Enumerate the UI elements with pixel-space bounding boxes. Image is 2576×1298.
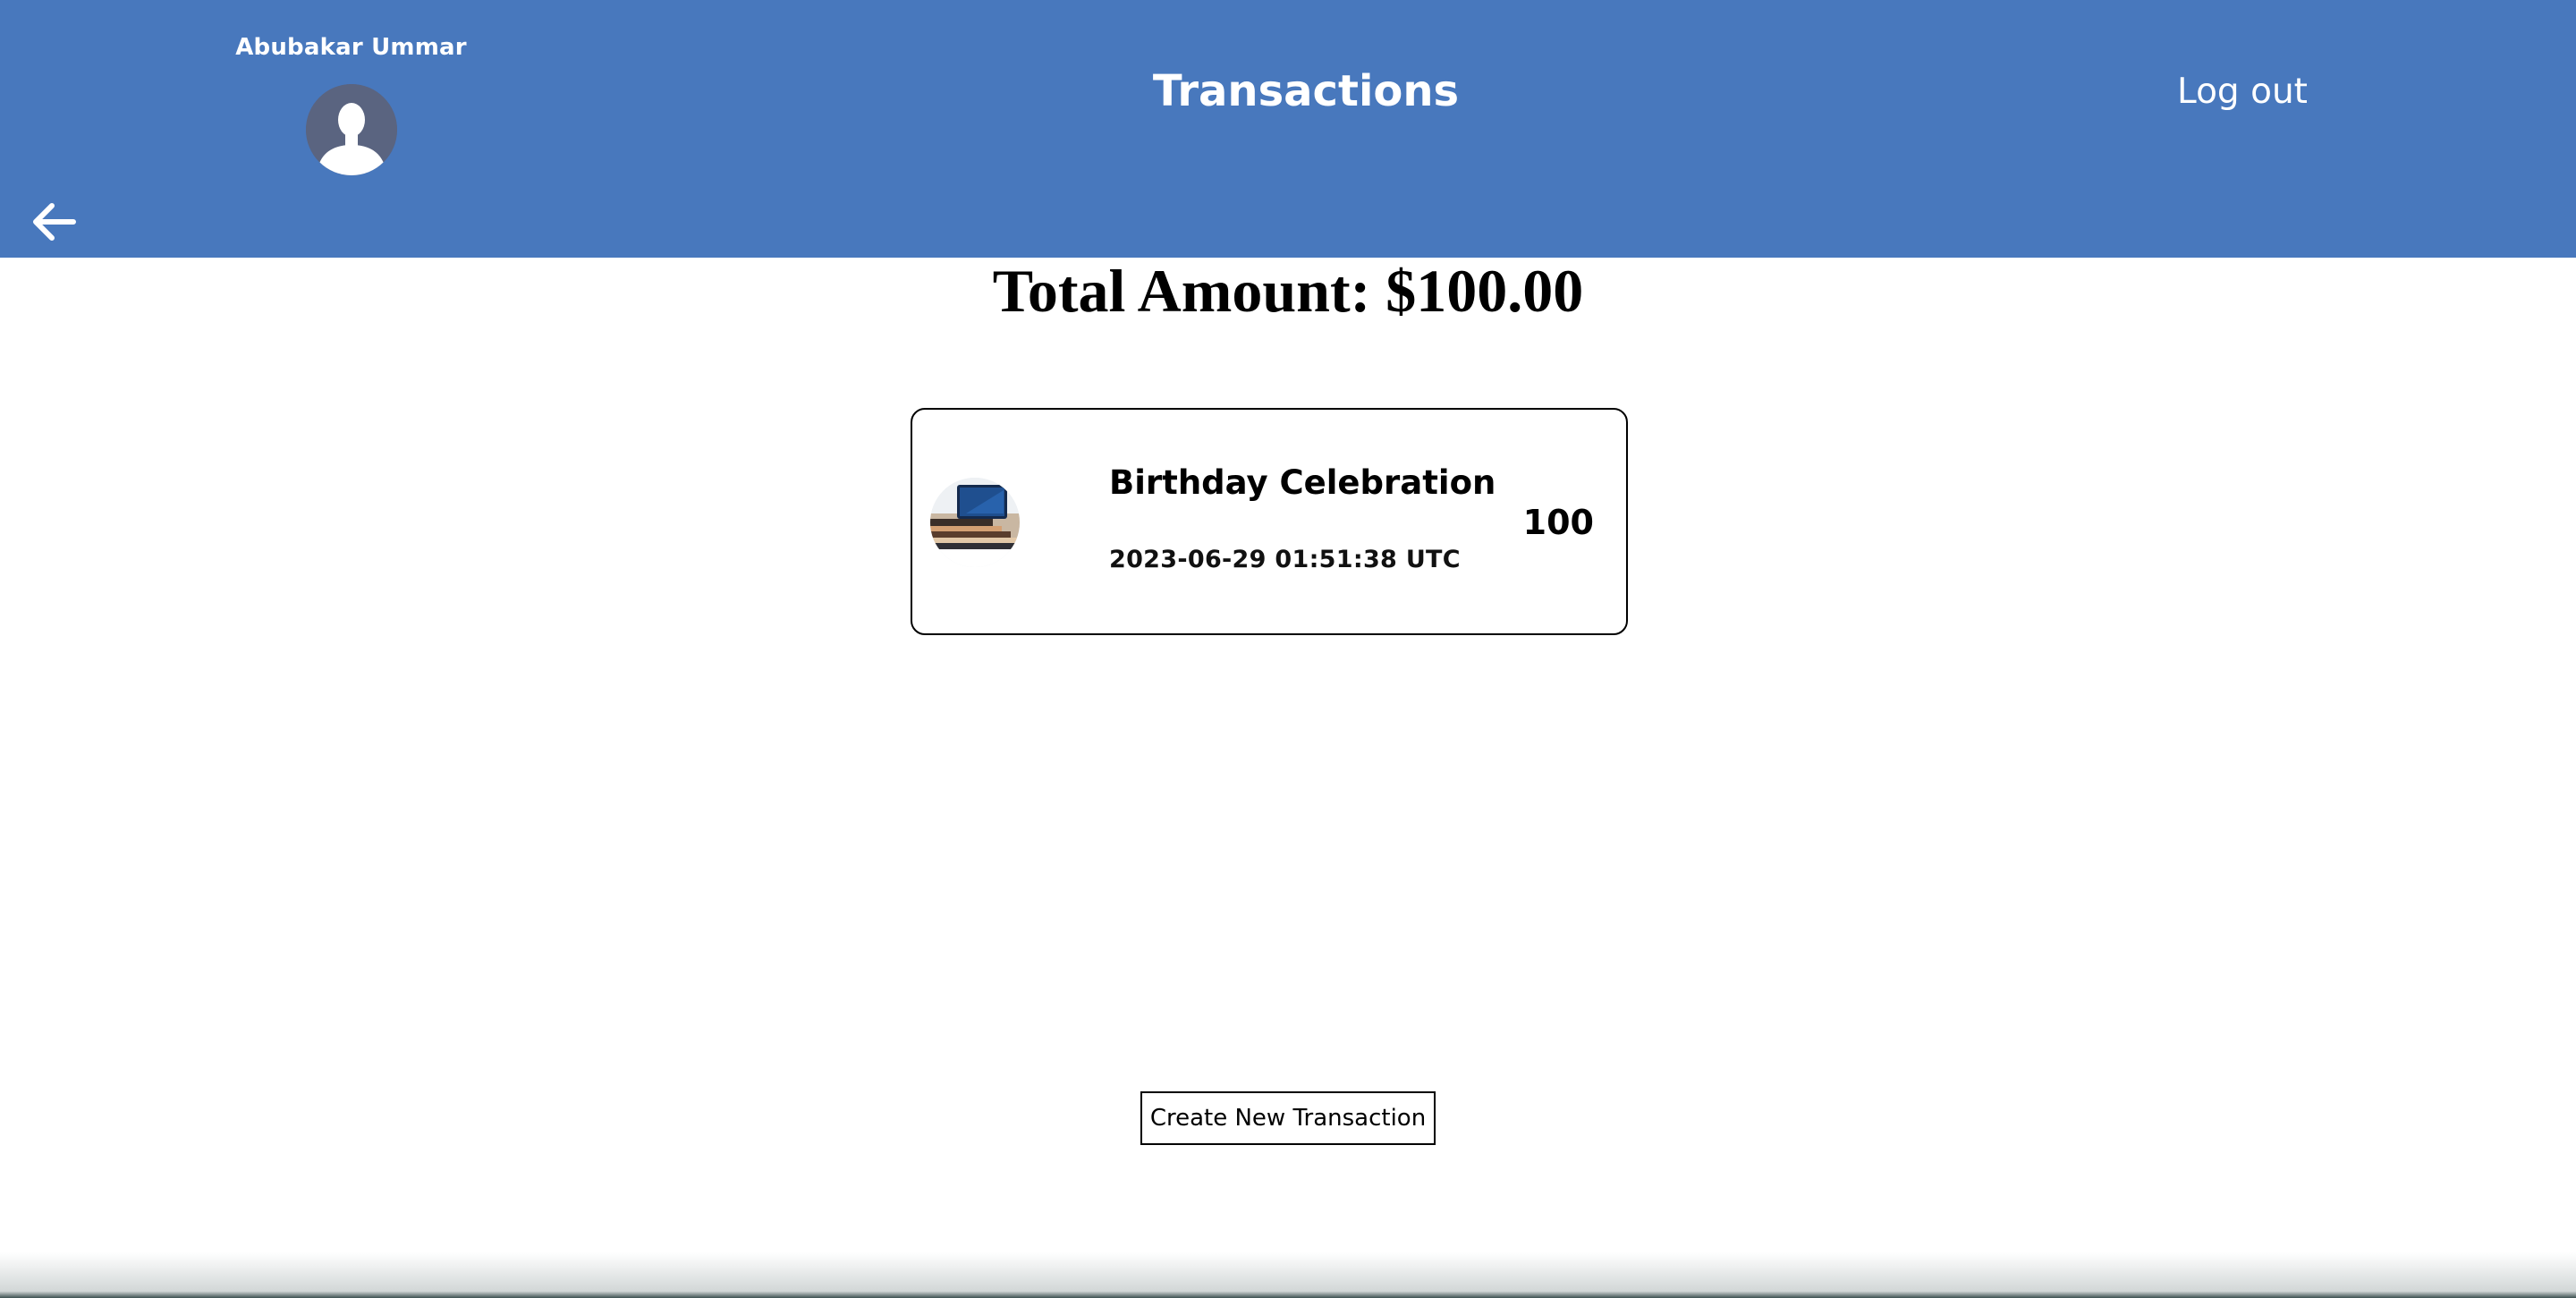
user-name: Abubakar Ummar — [235, 34, 467, 61]
back-arrow-icon[interactable] — [27, 197, 80, 247]
transaction-card[interactable]: Birthday Celebration 2023-06-29 01:51:38… — [911, 408, 1628, 635]
transaction-amount: 100 — [1522, 503, 1594, 542]
create-transaction-button[interactable]: Create New Transaction — [1140, 1091, 1436, 1145]
app-header: Abubakar Ummar Transactions Log out — [0, 0, 2576, 258]
window-bottom-edge — [0, 1252, 2576, 1298]
logout-link[interactable]: Log out — [2147, 72, 2338, 112]
transaction-thumbnail-image — [930, 478, 1020, 567]
page-title: Transactions — [1152, 66, 1460, 116]
transaction-name: Birthday Celebration — [1109, 463, 1496, 502]
transactions-page: Abubakar Ummar Transactions Log out Tota… — [0, 0, 2576, 1298]
total-amount: Total Amount: $100.00 — [992, 257, 1584, 325]
transaction-date: 2023-06-29 01:51:38 UTC — [1109, 546, 1461, 573]
avatar-icon[interactable] — [306, 84, 397, 175]
